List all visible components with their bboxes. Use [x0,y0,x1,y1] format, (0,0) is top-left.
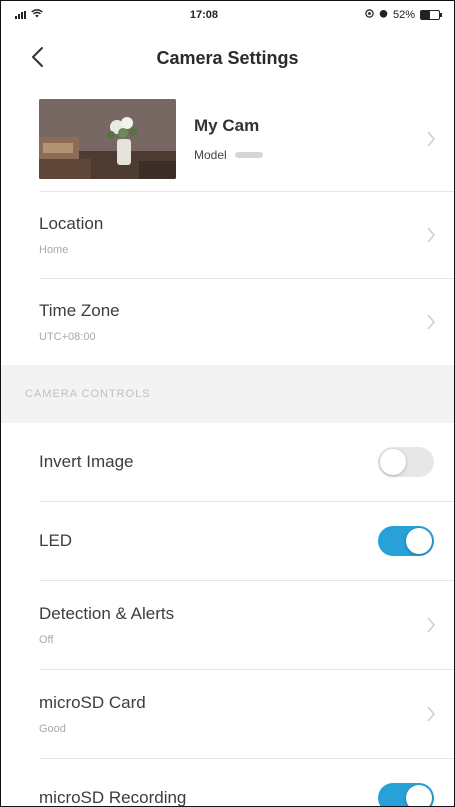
chevron-right-icon [426,130,436,148]
alarm-icon [379,9,388,21]
phone-screen: 17:08 52% Camera Settings My Cam Model L… [0,0,455,807]
navigation-bar: Camera Settings [1,29,454,87]
status-bar: 17:08 52% [1,1,454,29]
detection-alerts-label: Detection & Alerts [39,604,175,623]
battery-fill [420,11,431,19]
location-row[interactable]: Location Home [1,192,454,278]
detection-alerts-value: Off [39,634,54,646]
back-chevron-icon[interactable] [27,45,51,69]
microsd-card-value: Good [39,723,66,735]
device-info: My Cam Model [194,116,263,162]
time-zone-value: UTC+08:00 [39,331,96,343]
toggle-knob [406,528,432,554]
status-left [15,9,43,21]
location-label: Location [39,214,104,233]
microsd-card-label: microSD Card [39,693,146,712]
status-time: 17:08 [189,9,219,21]
wifi-icon [31,9,43,21]
camera-thumbnail [39,99,176,179]
device-model-label: Model [194,148,227,162]
invert-image-row: Invert Image [1,423,454,501]
section-header-camera-controls: CAMERA CONTROLS [1,365,454,423]
page-title: Camera Settings [156,47,299,68]
led-toggle[interactable] [378,526,434,556]
chevron-right-icon [426,616,436,634]
microsd-recording-row: microSD Recording [1,759,454,806]
location-value: Home [39,244,69,256]
microsd-recording-toggle[interactable] [378,783,434,806]
chevron-right-icon [426,313,436,331]
invert-image-toggle[interactable] [378,447,434,477]
led-row: LED [1,502,454,580]
chevron-right-icon [426,705,436,723]
device-name: My Cam [194,116,260,135]
toggle-knob [380,449,406,475]
battery-percentage: 52% [392,9,415,21]
time-zone-label: Time Zone [39,301,120,320]
toggle-knob [406,785,432,806]
model-number-redacted [234,152,263,158]
detection-alerts-row[interactable]: Detection & Alerts Off [1,581,454,669]
status-right: 52% [365,9,442,21]
device-row[interactable]: My Cam Model [1,87,454,191]
signal-icon [15,11,26,19]
battery-icon [419,10,442,20]
device-model: Model [194,148,263,162]
chevron-right-icon [426,226,436,244]
microsd-card-row[interactable]: microSD Card Good [1,670,454,758]
location-arrow-icon [365,9,374,21]
time-zone-row[interactable]: Time Zone UTC+08:00 [1,279,454,365]
